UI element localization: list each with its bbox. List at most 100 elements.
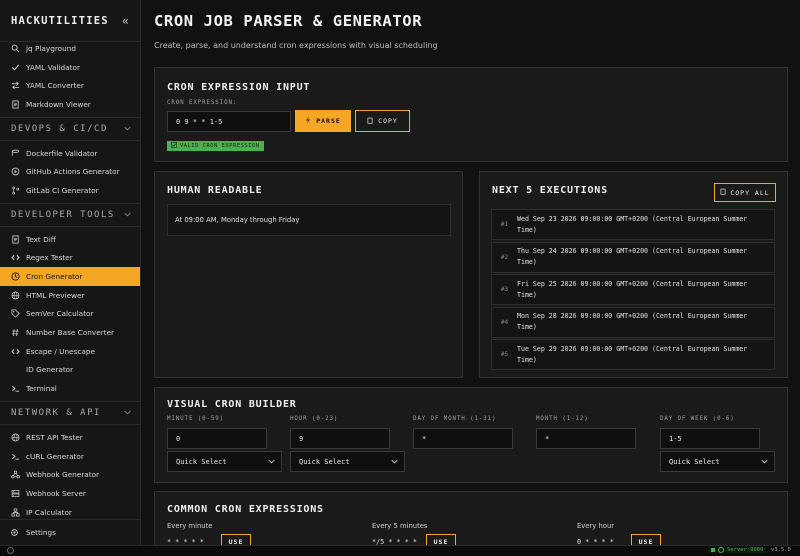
clipboard-icon bbox=[720, 188, 726, 197]
day-of-week-quick-select[interactable]: Quick Select bbox=[660, 451, 775, 472]
use-expression-button[interactable]: USE bbox=[221, 534, 251, 545]
execution-row: #2 Thu Sep 24 2026 09:00:00 GMT+0200 (Cen… bbox=[491, 241, 775, 273]
common-expression-item: Every minute * * * * * USE bbox=[167, 522, 357, 545]
sidebar-item-semver-calculator[interactable]: SemVer Calculator bbox=[0, 305, 140, 324]
execution-time-line1: Tue Sep 29 2026 09:00:00 GMT+0200 (Centr… bbox=[517, 344, 748, 353]
cron-input-card: CRON EXPRESSION INPUT CRON EXPRESSION: 0… bbox=[154, 67, 788, 162]
check-icon bbox=[171, 142, 177, 150]
clipboard-icon bbox=[367, 117, 373, 126]
execution-row: #5 Tue Sep 29 2026 09:00:00 GMT+0200 (Cen… bbox=[491, 339, 775, 370]
code-icon bbox=[10, 346, 20, 356]
sidebar-item-rest-api-tester[interactable]: REST API Tester bbox=[0, 428, 140, 447]
globe-icon bbox=[10, 290, 20, 300]
day-of-week-input[interactable]: 1-5 bbox=[660, 428, 760, 449]
sidebar-item-label: GitHub Actions Generator bbox=[26, 167, 120, 177]
sidebar-item-label: Text Diff bbox=[26, 234, 56, 244]
lightning-icon bbox=[305, 116, 311, 126]
chevron-down-icon bbox=[761, 458, 768, 466]
sidebar-item-text-diff[interactable]: Text Diff bbox=[0, 230, 140, 249]
execution-time: Tue Sep 29 2026 09:00:00 GMT+0200 (Centr… bbox=[517, 344, 774, 366]
sidebar-item-label: cURL Generator bbox=[26, 451, 84, 461]
sidebar-item-terminal[interactable]: Terminal bbox=[0, 379, 140, 398]
sidebar-item-label: Dockerfile Validator bbox=[26, 148, 98, 158]
parse-button[interactable]: PARSE bbox=[295, 110, 351, 132]
play-icon bbox=[10, 167, 20, 177]
sidebar-item-escape-unescape[interactable]: Escape / Unescape bbox=[0, 342, 140, 361]
copy-button[interactable]: COPY bbox=[355, 110, 410, 132]
page-title: CRON JOB PARSER & GENERATOR bbox=[154, 12, 423, 30]
brand-logo: HACKUTILITIES bbox=[11, 14, 109, 27]
check-icon bbox=[10, 62, 20, 72]
collapse-sidebar-icon[interactable]: « bbox=[122, 14, 129, 28]
section-title: DEVOPS & CI/CD bbox=[11, 123, 108, 134]
sidebar-section-header[interactable]: DEVOPS & CI/CD bbox=[0, 116, 140, 141]
common-expression-label: Every hour bbox=[577, 522, 615, 530]
sidebar-section-header[interactable]: NETWORK & API bbox=[0, 401, 140, 425]
execution-time-line1: Fri Sep 25 2026 09:00:00 GMT+0200 (Centr… bbox=[517, 279, 748, 288]
cron-expression-input[interactable]: 0 9 * * 1-5 bbox=[167, 111, 291, 132]
status-bar: Server:9080 v3.5.0 bbox=[0, 545, 800, 556]
month-input[interactable]: * bbox=[536, 428, 636, 449]
common-expression-value: 0 * * * * bbox=[577, 538, 614, 545]
sidebar-item-webhook-server[interactable]: Webhook Server bbox=[0, 484, 140, 503]
sidebar-item-yaml-converter[interactable]: YAML Converter bbox=[0, 76, 140, 95]
sidebar-item-label: HTML Previewer bbox=[26, 290, 85, 300]
sidebar-item-curl-generator[interactable]: cURL Generator bbox=[0, 447, 140, 466]
month-field-group: MONTH (1-12) * bbox=[536, 416, 652, 449]
minute-label: MINUTE (0-59) bbox=[167, 416, 225, 422]
sidebar-header: HACKUTILITIES « bbox=[0, 0, 140, 42]
server-icon bbox=[10, 488, 20, 498]
code-icon bbox=[10, 253, 20, 263]
use-expression-button[interactable]: USE bbox=[631, 534, 661, 545]
copy-all-button[interactable]: COPY ALL bbox=[714, 183, 776, 202]
page-subtitle: Create, parse, and understand cron expre… bbox=[154, 41, 438, 50]
section-title: NETWORK & API bbox=[11, 408, 101, 418]
execution-time: Mon Sep 28 2026 09:00:00 GMT+0200 (Centr… bbox=[517, 311, 774, 333]
execution-time-line1: Mon Sep 28 2026 09:00:00 GMT+0200 (Centr… bbox=[517, 312, 748, 320]
hour-quick-select[interactable]: Quick Select bbox=[290, 451, 405, 472]
common-expression-label: Every 5 minutes bbox=[372, 522, 428, 530]
minute-quick-select[interactable]: Quick Select bbox=[167, 451, 282, 472]
sidebar-item-markdown-viewer[interactable]: Markdown Viewer bbox=[0, 95, 140, 114]
sidebar-item-github-actions-generator[interactable]: GitHub Actions Generator bbox=[0, 162, 140, 181]
sidebar-item-webhook-generator[interactable]: Webhook Generator bbox=[0, 465, 140, 484]
sidebar-item-dockerfile-validator[interactable]: Dockerfile Validator bbox=[0, 144, 140, 163]
execution-time-line2: Time) bbox=[517, 258, 537, 266]
server-status: Server:9080 bbox=[708, 547, 767, 553]
execution-time-line2: Time) bbox=[517, 355, 537, 364]
sidebar-item-regex-tester[interactable]: Regex Tester bbox=[0, 249, 140, 268]
sidebar-item-number-base-converter[interactable]: Number Base Converter bbox=[0, 323, 140, 342]
minute-input[interactable]: 0 bbox=[167, 428, 267, 449]
globe-icon bbox=[10, 432, 20, 442]
sidebar-item-cron-generator[interactable]: Cron Generator bbox=[0, 267, 140, 286]
common-expressions-card: COMMON CRON EXPRESSIONS Every minute * * … bbox=[154, 491, 788, 545]
chevron-down-icon bbox=[391, 458, 398, 466]
sidebar-section-header[interactable]: DEVELOPER TOOLS bbox=[0, 202, 140, 227]
status-bar-icon bbox=[7, 547, 14, 554]
sidebar-item-html-previewer[interactable]: HTML Previewer bbox=[0, 286, 140, 305]
sidebar-item-settings[interactable]: Settings bbox=[0, 519, 140, 545]
network-icon bbox=[10, 507, 20, 517]
chevron-down-icon bbox=[124, 125, 131, 133]
common-expression-label: Every minute bbox=[167, 522, 213, 530]
execution-row: #3 Fri Sep 25 2026 09:00:00 GMT+0200 (Cen… bbox=[491, 274, 775, 305]
day-of-month-input[interactable]: * bbox=[413, 428, 513, 449]
input-value: * bbox=[545, 434, 550, 443]
card-title: CRON EXPRESSION INPUT bbox=[167, 82, 311, 93]
sidebar-item-id-generator[interactable]: ID Generator bbox=[0, 361, 140, 380]
sidebar-item-gitlab-ci-generator[interactable]: GitLab CI Generator bbox=[0, 181, 140, 200]
hour-input[interactable]: 9 bbox=[290, 428, 390, 449]
execution-time: Fri Sep 25 2026 09:00:00 GMT+0200 (Centr… bbox=[517, 279, 774, 301]
sidebar-item-yaml-validator[interactable]: YAML Validator bbox=[0, 58, 140, 77]
sidebar-item-label: IP Calculator bbox=[26, 507, 72, 517]
sidebar-item-jq-playground[interactable]: jq Playground bbox=[0, 39, 140, 58]
execution-time-line2: Time) bbox=[517, 290, 537, 299]
card-title: HUMAN READABLE bbox=[167, 185, 263, 196]
sidebar-item-label: GitLab CI Generator bbox=[26, 185, 99, 195]
execution-time-line2: Time) bbox=[517, 323, 537, 331]
use-expression-button[interactable]: USE bbox=[426, 534, 456, 545]
chevron-down-icon bbox=[124, 409, 131, 417]
sidebar-item-label: jq Playground bbox=[26, 43, 77, 53]
execution-row: #4 Mon Sep 28 2026 09:00:00 GMT+0200 (Cen… bbox=[491, 306, 775, 338]
execution-time-line1: Thu Sep 24 2026 09:00:00 GMT+0200 (Centr… bbox=[517, 247, 748, 255]
